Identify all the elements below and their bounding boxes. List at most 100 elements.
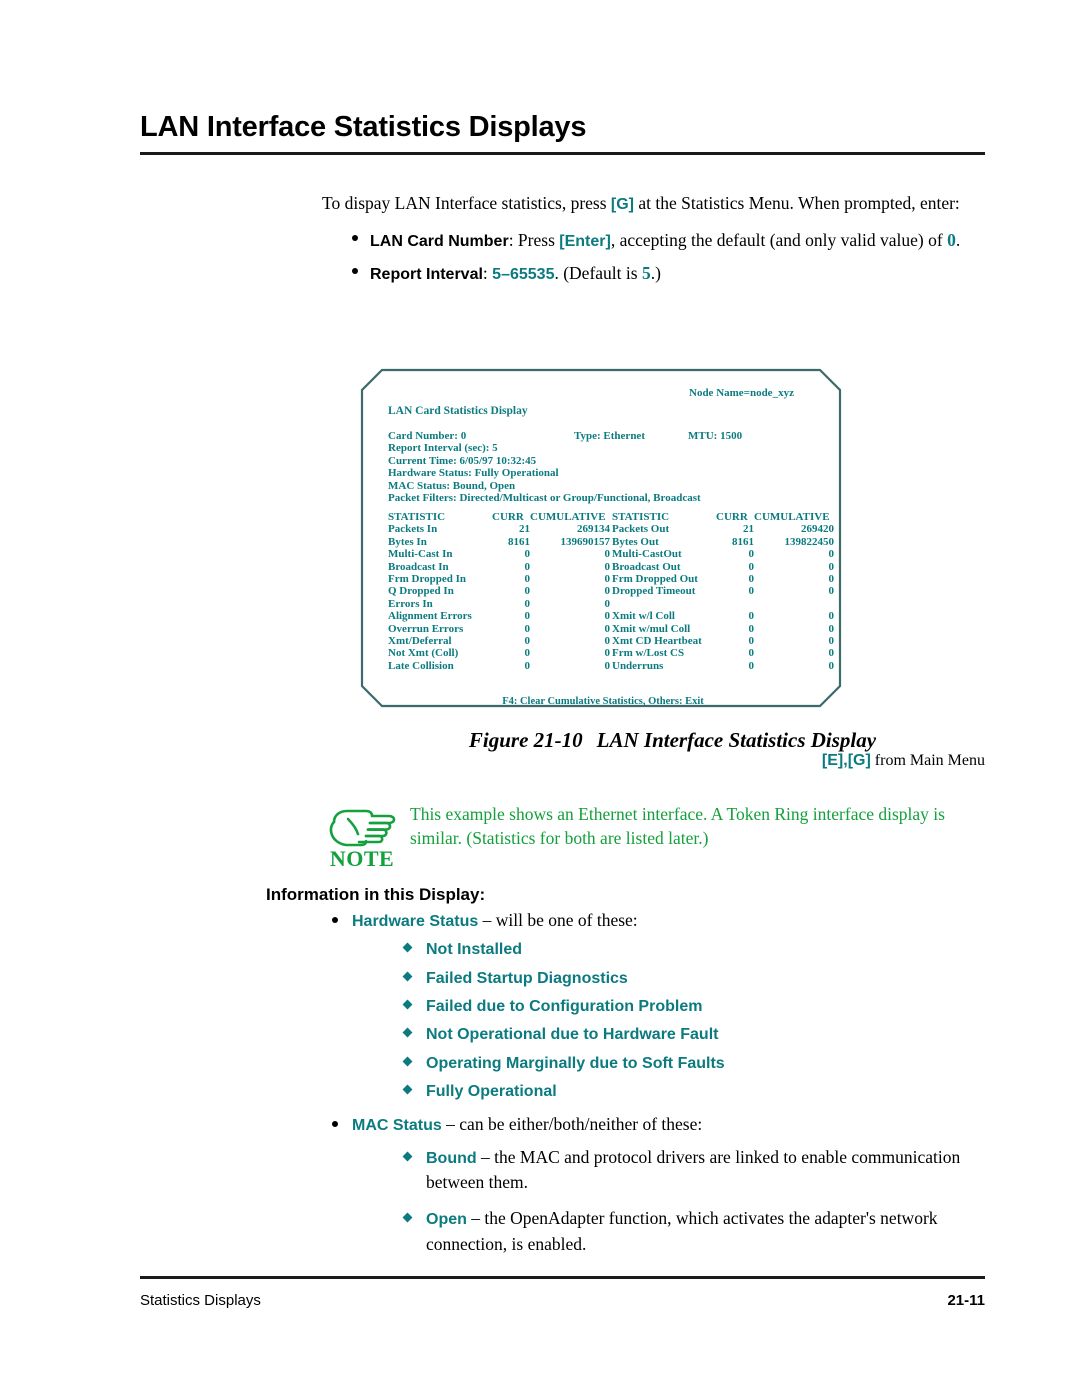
list-item-hardware-status: Hardware Status – will be one of these: … [330,909,990,1103]
stat-cum: 0 [604,622,611,635]
terminal-key-hint: F4: Clear Cumulative Statistics, Others:… [502,696,704,707]
nav-keys: [E],[G] [821,752,871,769]
info-row: MAC Status: Bound, Open [388,480,848,492]
stat-name: Overrun Errors [388,622,464,635]
figure-navigation-path: [E],[G] from Main Menu [360,752,985,770]
current-time-field: Current Time: 6/05/97 10:32:45 [388,454,537,467]
table-row: Xmit w/mul Coll 0 0 [612,623,834,635]
diamond-bullet-icon [402,1027,413,1038]
stat-curr: 0 [748,548,755,561]
table-row: Frm w/Lost CS 0 0 [612,647,834,659]
stat-curr: 8161 [508,535,530,548]
stat-curr: 21 [519,523,530,536]
col-statistic: STATISTIC [612,511,670,523]
list-item: Open – the OpenAdapter function, which a… [402,1206,990,1256]
stat-name: Q Dropped In [388,585,454,598]
report-interval-label: Report Interval [370,265,483,283]
stat-name: Xmt/Deferral [388,634,452,647]
list-item: Failed Startup Diagnostics [402,965,990,990]
packet-filters-field: Packet Filters: Directed/Multicast or Gr… [388,491,701,504]
bullet-dot-icon [332,917,338,923]
stat-cum: 0 [828,647,835,660]
lan-card-number-label: LAN Card Number [370,233,509,251]
stat-name: Bytes Out [612,535,659,548]
stat-curr: 0 [748,585,755,598]
mac-status-options: Bound – the MAC and protocol drivers are… [352,1145,990,1257]
table-row: Bytes Out 8161 139822450 [612,536,834,548]
stat-curr: 0 [748,647,755,660]
diamond-bullet-icon [402,942,413,953]
stat-cum: 269134 [577,523,610,536]
stat-curr: 0 [524,634,531,647]
option-label: Failed due to Configuration Problem [426,997,703,1015]
diamond-bullet-icon [402,1084,413,1095]
col-cumulative: CUMULATIVE [530,511,606,523]
stat-name: Bytes In [388,535,427,548]
info-row: Report Interval (sec): 5 [388,442,848,454]
stat-name: Frm Dropped In [388,572,467,585]
terminal-screen-title: LAN Card Statistics Display [388,405,528,417]
intro-text-b: at the Statistics Menu. When prompted, e… [634,193,960,213]
stat-curr: 0 [748,634,755,647]
info-row: Current Time: 6/05/97 10:32:45 [388,455,848,467]
intro-section: To dispay LAN Interface statistics, pres… [322,192,987,295]
list-item-mac-status: MAC Status – can be either/both/neither … [330,1113,990,1256]
node-name-label: Node Name=node_xyz [689,387,794,399]
stat-name: Xmt CD Heartbeat [612,634,702,647]
list-item: Operating Marginally due to Soft Faults [402,1050,990,1075]
stat-cum: 0 [828,622,835,635]
stat-name: Errors In [388,597,433,610]
stat-curr: 0 [748,610,755,623]
option-description: – the MAC and protocol drivers are linke… [426,1146,961,1192]
list-item: Failed due to Configuration Problem [402,993,990,1018]
info-row: Card Number: 0 Type: Ethernet MTU: 1500 [388,430,848,442]
table-row: Frm Dropped In 0 0 [388,573,610,585]
stat-curr: 0 [524,647,531,660]
terminal-info-block: Card Number: 0 Type: Ethernet MTU: 1500 … [388,430,848,504]
diamond-bullet-icon [402,1213,413,1223]
table-row: Packets In 21 269134 [388,523,610,535]
table-row: Not Xmt (Coll) 0 0 [388,647,610,659]
report-interval-range: 5–65535 [492,265,555,283]
stat-curr: 8161 [732,535,754,548]
footer-divider [140,1276,985,1279]
bullet-text-c: . [955,230,961,251]
figure-caption: Figure 21-10 LAN Interface Statistics Dis… [360,728,985,753]
list-item: Fully Operational [402,1078,990,1103]
stat-cum: 139690157 [560,535,611,548]
stat-cum: 0 [828,585,835,598]
stat-curr: 0 [524,659,531,672]
table-row: Packets Out 21 269420 [612,523,834,535]
table-row: Xmt CD Heartbeat 0 0 [612,635,834,647]
table-row: Frm Dropped Out 0 0 [612,573,834,585]
stat-cum: 0 [604,610,611,623]
stat-name: Packets In [388,523,438,536]
table-row: Xmt/Deferral 0 0 [388,635,610,647]
stat-curr: 0 [748,560,755,573]
option-label: Not Operational due to Hardware Fault [426,1026,719,1044]
bullet-dot-icon [332,1121,338,1128]
hardware-status-label: Hardware Status [352,913,479,930]
col-cumulative: CUMULATIVE [754,511,830,523]
key-g: [G] [610,196,635,213]
option-label: Operating Marginally due to Soft Faults [426,1054,725,1072]
pointing-hand-icon: NOTE [326,806,398,880]
note-text: This example shows an Ethernet interface… [410,804,945,848]
stat-name: Multi-Cast In [388,548,453,561]
diamond-bullet-icon [402,1056,413,1067]
stat-curr: 0 [748,622,755,635]
stat-cum: 0 [604,572,611,585]
stat-cum: 0 [828,572,835,585]
lan-card-default-value: 0 [947,230,956,251]
stat-curr: 0 [524,597,531,610]
page-header: LAN Interface Statistics Displays [140,111,985,155]
stat-name: Multi-CastOut [612,548,682,561]
table-row: Bytes In 8161 139690157 [388,536,610,548]
title-divider [140,151,985,155]
terminal-content: Node Name=node_xyz LAN Card Statistics D… [374,378,834,707]
terminal-screen-figure: Node Name=node_xyz LAN Card Statistics D… [360,368,842,708]
option-label: Fully Operational [426,1083,557,1101]
table-row: Errors In 0 0 [388,598,610,610]
hardware-status-field: Hardware Status: Fully Operational [388,467,559,480]
table-row: Dropped Timeout 0 0 [612,585,834,597]
